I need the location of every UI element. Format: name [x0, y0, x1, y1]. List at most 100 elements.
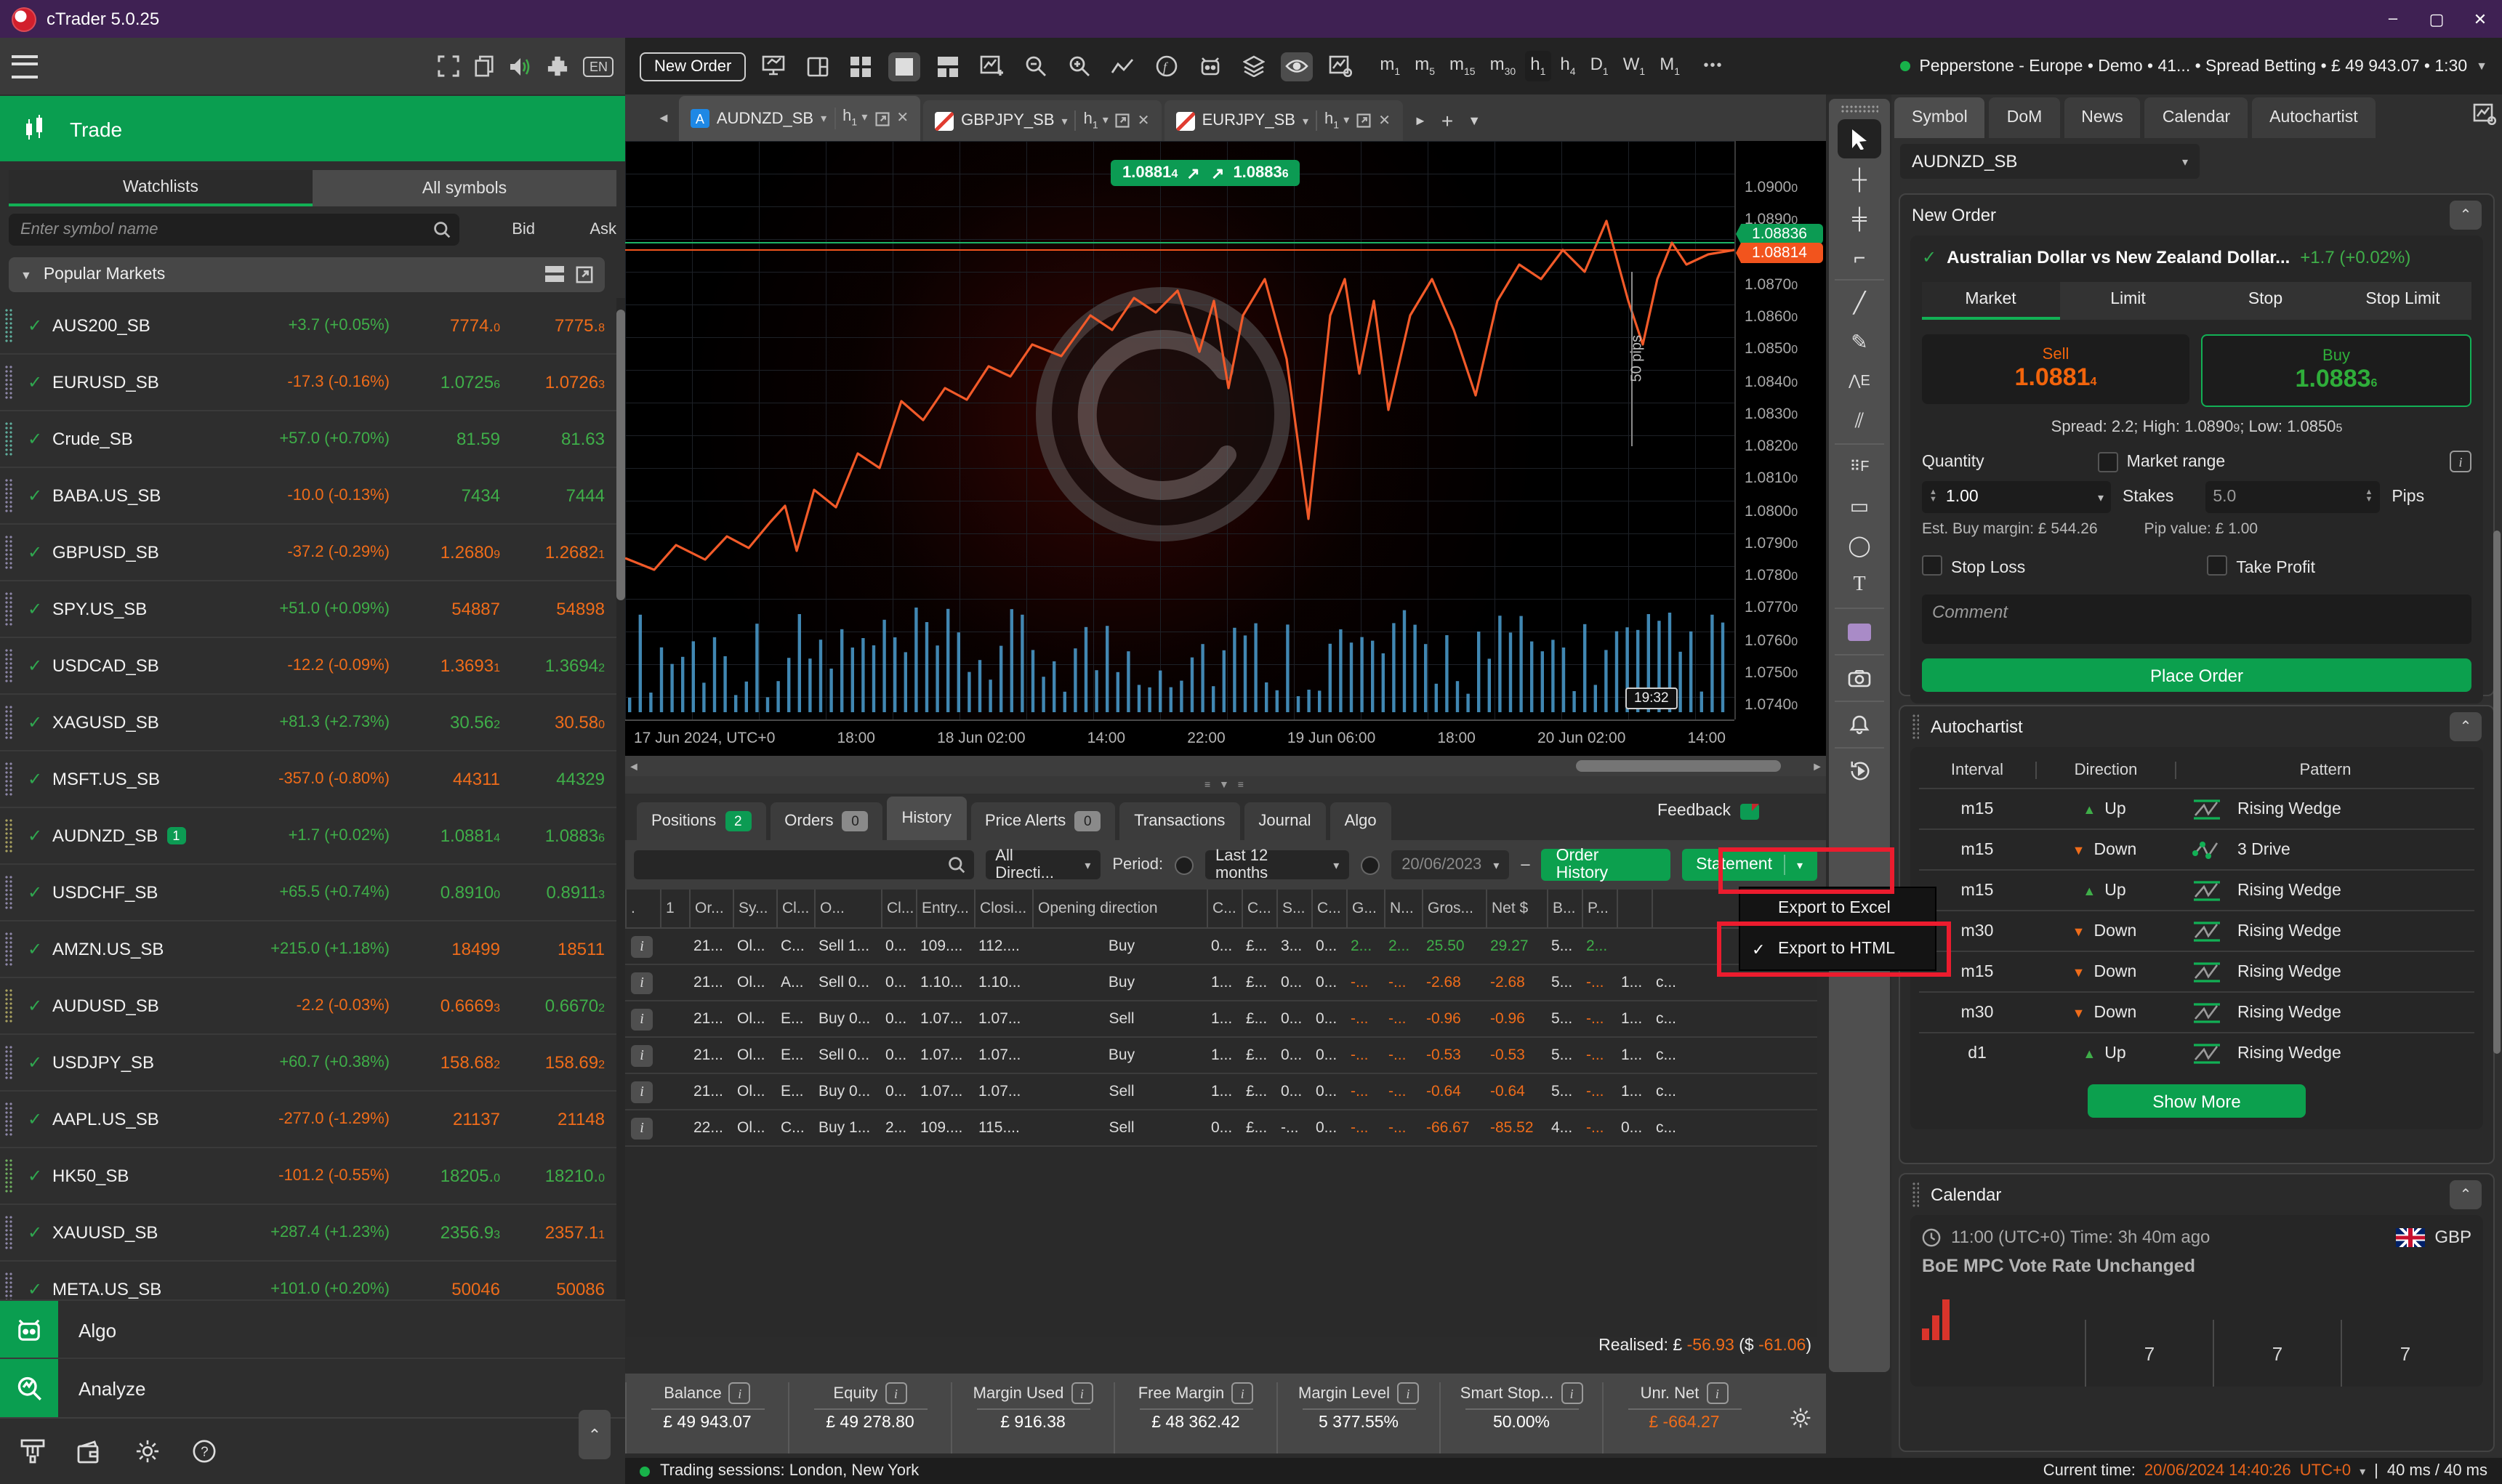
chart-settings-icon[interactable]	[1324, 52, 1356, 81]
screenshot-icon[interactable]	[1838, 658, 1881, 698]
watchlist-row[interactable]: ✓ AUDNZD_SB 1 +1.7 (+0.02%) 1.08814 1.088…	[0, 808, 616, 865]
bid-price[interactable]: 50046	[390, 1279, 500, 1299]
drag-handle[interactable]	[4, 1045, 13, 1080]
place-order-button[interactable]: Place Order	[1922, 658, 2471, 692]
panel-collapse-button[interactable]: ⌃	[579, 1410, 611, 1459]
order-history-button[interactable]: Order History	[1541, 847, 1670, 882]
layout-icon[interactable]	[801, 52, 833, 81]
history-column-header[interactable]: P...	[1582, 890, 1617, 927]
tab-watchlists[interactable]: Watchlists	[9, 170, 313, 206]
ask-price[interactable]: 81.63	[500, 429, 605, 449]
info-icon[interactable]: i	[2450, 451, 2471, 472]
ask-price[interactable]: 158.692	[500, 1052, 605, 1073]
watchlist-row[interactable]: ✓ BABA.US_SB -10.0 (-0.13%) 7434 7444	[0, 468, 616, 525]
ask-price[interactable]: 54898	[500, 599, 605, 619]
watchlist-row[interactable]: ✓ USDCAD_SB -12.2 (-0.09%) 1.36931 1.369…	[0, 638, 616, 695]
history-row[interactable]: i 21... Ol... E... Buy 0... 0... 1.07... 1.07…	[625, 1074, 1817, 1110]
statement-button[interactable]: Statement ▾	[1681, 849, 1817, 881]
deposit-icon[interactable]	[20, 1439, 45, 1464]
bid-price[interactable]: 18499	[390, 939, 500, 959]
watchlist-row[interactable]: ✓ AMZN.US_SB +215.0 (+1.18%) 18499 18511	[0, 922, 616, 978]
feedback-button[interactable]: Feedback	[1657, 802, 1759, 828]
ask-price[interactable]: 18511	[500, 939, 605, 959]
history-column-header[interactable]: Opening direction	[1032, 890, 1207, 927]
price-chart[interactable]: 1.08814 ↗ ↗ 1.08836 50 pips 19:32 1.09000 1…	[625, 141, 1826, 756]
drag-handle[interactable]	[4, 818, 13, 853]
chart-hscrollbar[interactable]: ◄ ►	[625, 756, 1826, 776]
menu-icon[interactable]	[12, 55, 38, 78]
drag-handle[interactable]	[4, 705, 13, 740]
price-axis[interactable]: 1.090001.089001.088001.087001.086001.085…	[1734, 141, 1827, 719]
history-column-header[interactable]: C...	[1311, 890, 1346, 927]
account-info[interactable]: Pepperstone - Europe • Demo • 41... • Sp…	[1900, 57, 2487, 75]
history-row[interactable]: i 22... Ol... C... Buy 1... 2... 109.... 115.…	[625, 1110, 1817, 1147]
history-column-header[interactable]: .	[625, 890, 660, 927]
collapse-calendar-button[interactable]: ⌃	[2450, 1180, 2482, 1209]
history-search[interactable]	[634, 850, 974, 879]
time-axis[interactable]: 17 Jun 2024, UTC+0 18:00 18 Jun 02:00 14:00…	[625, 719, 1734, 756]
chart-tab[interactable]: GBPJPY_SB ▾ h1 ▾ ✕	[923, 100, 1162, 141]
bid-price[interactable]: 7434	[390, 485, 500, 506]
bid-price[interactable]: 21137	[390, 1109, 500, 1129]
sidebar-item-algo[interactable]: Algo	[0, 1299, 625, 1359]
period-filter[interactable]: Last 12 months ▾	[1205, 847, 1350, 882]
ask-price[interactable]: 1.26821	[500, 542, 605, 562]
tab-all-symbols[interactable]: All symbols	[313, 170, 616, 206]
watchlist-row[interactable]: ✓ USDCHF_SB +65.5 (+0.74%) 0.89100 0.891…	[0, 865, 616, 922]
maximize-button[interactable]: ▢	[2415, 0, 2458, 38]
drag-handle[interactable]	[4, 422, 13, 456]
copy-icon[interactable]	[475, 55, 495, 77]
export-menu-item[interactable]: Export to Excel	[1740, 888, 1935, 929]
sidebar-item-analyze[interactable]: Analyze	[0, 1358, 625, 1417]
drag-handle[interactable]	[4, 762, 13, 797]
ask-price[interactable]: 7775.8	[500, 315, 605, 336]
info-icon[interactable]: i	[631, 972, 653, 993]
eye-icon[interactable]	[1281, 52, 1314, 81]
collapse-triangle-icon[interactable]: ▼	[20, 268, 32, 281]
drag-handle[interactable]	[4, 308, 13, 343]
drag-handle[interactable]	[4, 932, 13, 967]
bid-price[interactable]: 2356.93	[390, 1222, 500, 1243]
replay-icon[interactable]	[1838, 751, 1881, 791]
zoom-out-icon[interactable]	[1019, 52, 1051, 81]
display-icon[interactable]	[757, 52, 789, 81]
more-icon[interactable]: •••	[1697, 52, 1729, 81]
watchlist-scrollbar[interactable]	[616, 298, 625, 1388]
bottom-tab[interactable]: Positions 2	[637, 802, 766, 840]
history-column-header[interactable]: 1	[660, 890, 689, 927]
grid-2x2-icon[interactable]	[845, 52, 877, 81]
watchlist-row[interactable]: ✓ AUS200_SB +3.7 (+0.05%) 7774.0 7775.8	[0, 298, 616, 355]
timeframe-button[interactable]: W1	[1617, 52, 1651, 81]
history-column-header[interactable]: O...	[814, 890, 881, 927]
zoom-in-icon[interactable]	[1063, 52, 1095, 81]
ask-price[interactable]: 1.36942	[500, 656, 605, 676]
order-type-tab[interactable]: Limit	[2059, 282, 2197, 320]
ask-quote-badge[interactable]: ↗ 1.08836	[1199, 160, 1300, 186]
ask-price[interactable]: 0.66702	[500, 996, 605, 1016]
bottom-tab[interactable]: History	[887, 797, 966, 840]
right-panel-scrollbar[interactable]	[2493, 531, 2501, 1054]
watchlist-row[interactable]: ✓ AAPL.US_SB -277.0 (-1.29%) 21137 21148	[0, 1092, 616, 1148]
bottom-tab[interactable]: Journal	[1244, 802, 1326, 840]
info-icon[interactable]: i	[1706, 1382, 1729, 1404]
detach-icon[interactable]	[1116, 113, 1130, 128]
watchlist-row[interactable]: ✓ HK50_SB -101.2 (-0.55%) 18205.0 18210.…	[0, 1148, 616, 1205]
info-icon[interactable]: i	[631, 1117, 653, 1139]
channel-tool-icon[interactable]: ⫽	[1838, 401, 1881, 440]
crosshair-tool-icon[interactable]: ┼	[1838, 158, 1881, 198]
watchlist-row[interactable]: ✓ SPY.US_SB +51.0 (+0.09%) 54887 54898	[0, 581, 616, 638]
bottom-tab[interactable]: Transactions	[1119, 802, 1240, 840]
date-from-picker[interactable]: 20/06/2023 ▾	[1391, 850, 1510, 879]
bid-price[interactable]: 7774.0	[390, 315, 500, 336]
pattern-row[interactable]: d1 ▲ Up Rising Wedge	[1919, 1032, 2474, 1073]
ask-price[interactable]: 44329	[500, 769, 605, 789]
symbol-selector[interactable]: AUDNZD_SB ▾	[1900, 144, 2200, 179]
right-panel-tab[interactable]: Autochartist	[2252, 97, 2376, 138]
show-more-button[interactable]: Show More	[2088, 1084, 2306, 1118]
ask-price[interactable]: 50086	[500, 1279, 605, 1299]
drag-handle[interactable]	[4, 1215, 13, 1250]
scroll-left-icon[interactable]: ◄	[628, 759, 640, 773]
drag-handle[interactable]	[4, 592, 13, 626]
bid-price[interactable]: 30.562	[390, 712, 500, 733]
watchlist-row[interactable]: ✓ AUDUSD_SB -2.2 (-0.03%) 0.66693 0.6670…	[0, 978, 616, 1035]
